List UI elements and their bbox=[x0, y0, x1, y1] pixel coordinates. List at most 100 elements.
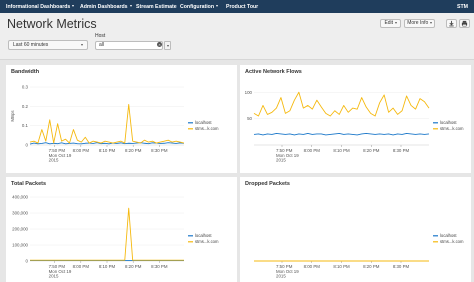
panel-bandwidth: Bandwidth 0 0.1 0.2 0.3 MBps 7:50 PM Mon Oct 1… bbox=[6, 65, 237, 173]
x-tick-label-line: 8:20 PM bbox=[125, 148, 142, 153]
x-tick-label-line: 8:00 PM bbox=[304, 264, 321, 269]
x-tick-label: 8:30 PM bbox=[393, 148, 410, 153]
panel-dropped-packets: Dropped Packets 7:50 PM Mon Oct 19 2015 8:0… bbox=[240, 177, 471, 282]
chevron-down-icon bbox=[429, 21, 432, 24]
x-tick-label: 8:00 PM bbox=[304, 264, 321, 269]
x-tick-label: 8:20 PM bbox=[125, 148, 142, 153]
y-tick-label: 0 bbox=[26, 259, 29, 264]
page-header: Network Metrics Edit More Info bbox=[0, 13, 474, 60]
series-line-other-host bbox=[29, 103, 185, 144]
x-tick-label-line: 8:00 PM bbox=[73, 148, 90, 153]
legend-label: stms...k.com bbox=[195, 239, 219, 244]
x-tick-label: 8:10 PM bbox=[333, 264, 350, 269]
legend-label: localhost bbox=[195, 120, 212, 125]
page-title: Network Metrics bbox=[7, 17, 97, 31]
x-tick-label-line: 8:10 PM bbox=[333, 264, 350, 269]
x-tick-label-line: 2015 bbox=[276, 274, 286, 279]
x-tick-label-line: 8:00 PM bbox=[73, 264, 90, 269]
chevron-down-icon bbox=[81, 44, 83, 46]
more-info-button-label: More Info bbox=[407, 20, 429, 26]
x-tick-label-line: 8:00 PM bbox=[304, 148, 321, 153]
nav-informational-dashboards-label: Informational Dashboards bbox=[6, 3, 71, 10]
x-tick-label: 8:10 PM bbox=[333, 148, 350, 153]
x-tick-label: 8:30 PM bbox=[151, 264, 168, 269]
top-nav-bar: Informational Dashboards Admin Dashboard… bbox=[0, 0, 474, 13]
nav-product-tour[interactable]: Product Tour bbox=[226, 4, 258, 10]
x-tick-label-line: 8:30 PM bbox=[393, 264, 410, 269]
nav-configuration-label: Configuration bbox=[180, 3, 214, 10]
user-menu[interactable]: STM bbox=[457, 4, 468, 10]
dropped-packets-chart: 7:50 PM Mon Oct 19 2015 8:00 PM 8:10 PM 8:20 … bbox=[254, 233, 464, 279]
chevron-down-icon bbox=[216, 5, 218, 8]
chevron-down-icon bbox=[394, 21, 397, 24]
x-tick-label-line: 8:30 PM bbox=[151, 148, 168, 153]
nav-informational-dashboards[interactable]: Informational Dashboards bbox=[6, 3, 75, 10]
host-input[interactable]: all bbox=[95, 41, 163, 50]
time-range-picker[interactable]: Last 60 minutes bbox=[8, 40, 88, 50]
print-icon bbox=[461, 20, 468, 27]
x-tick-label: 8:00 PM bbox=[73, 264, 90, 269]
y-tick-label: 200,000 bbox=[12, 227, 28, 232]
edit-button-label: Edit bbox=[384, 20, 394, 26]
y-tick-label: 50 bbox=[247, 116, 252, 121]
series-line-other-host bbox=[30, 207, 184, 261]
active-network-flows-chart: 50 100 7:50 PM Mon Oct 19 2015 8:00 PM 8:10 PM… bbox=[245, 90, 464, 163]
total-packets-chart: 0 100,000 200,000 300,000 400,000 7:50 PM Mon … bbox=[12, 195, 219, 279]
host-label: Host bbox=[95, 33, 106, 39]
x-tick-label-line: 8:20 PM bbox=[125, 264, 142, 269]
series-line-localhost bbox=[253, 132, 430, 136]
x-tick-label-line: 8:20 PM bbox=[363, 264, 380, 269]
y-tick-label: 0.1 bbox=[22, 123, 29, 128]
x-tick-label: 8:10 PM bbox=[99, 264, 116, 269]
y-tick-label: 100 bbox=[245, 90, 253, 95]
download-button[interactable] bbox=[446, 19, 457, 28]
series-line-other-host bbox=[253, 91, 430, 117]
y-axis-label: MBps bbox=[10, 110, 15, 122]
x-tick-label: 8:10 PM bbox=[99, 148, 116, 153]
download-icon bbox=[449, 20, 454, 27]
x-tick-label-line: 2015 bbox=[49, 274, 59, 279]
legend-label: stms...k.com bbox=[195, 126, 219, 131]
x-tick-label: 8:30 PM bbox=[151, 148, 168, 153]
x-tick-label: 7:50 PM Mon Oct 19 2015 bbox=[49, 264, 72, 279]
time-range-value: Last 60 minutes bbox=[13, 42, 49, 48]
y-tick-label: 0.3 bbox=[22, 85, 29, 90]
nav-configuration[interactable]: Configuration bbox=[180, 4, 218, 10]
x-tick-label-line: 8:30 PM bbox=[393, 148, 410, 153]
y-tick-label: 0.2 bbox=[22, 104, 29, 109]
x-tick-label: 8:20 PM bbox=[363, 264, 380, 269]
y-tick-label: 400,000 bbox=[12, 195, 28, 200]
panel-total-packets: Total Packets 0 100,000 200,000 300,000 400,… bbox=[6, 177, 237, 282]
more-info-button[interactable]: More Info bbox=[404, 19, 435, 28]
x-tick-label-line: 8:10 PM bbox=[99, 148, 116, 153]
host-dropdown-button[interactable] bbox=[164, 41, 171, 50]
y-tick-label: 300,000 bbox=[12, 211, 28, 216]
print-button[interactable] bbox=[459, 19, 470, 28]
panel-active-network-flows: Active Network Flows 50 100 7:50 PM Mon Oct… bbox=[240, 65, 471, 173]
x-tick-label: 7:50 PM Mon Oct 19 2015 bbox=[49, 148, 72, 163]
x-tick-label-line: 8:20 PM bbox=[363, 148, 380, 153]
clear-icon[interactable]: × bbox=[157, 42, 162, 47]
legend-label: stms...k.com bbox=[440, 126, 464, 131]
edit-button[interactable]: Edit bbox=[380, 19, 401, 28]
x-tick-label: 8:20 PM bbox=[125, 264, 142, 269]
legend-label: localhost bbox=[440, 233, 457, 238]
series-line-localhost bbox=[29, 142, 185, 145]
x-tick-label: 8:00 PM bbox=[73, 148, 90, 153]
x-tick-label-line: 2015 bbox=[49, 158, 59, 163]
nav-stream-estimate[interactable]: Stream Estimate bbox=[136, 4, 177, 10]
x-tick-label-line: 2015 bbox=[276, 158, 286, 163]
bandwidth-chart: 0 0.1 0.2 0.3 MBps 7:50 PM Mon Oct 19 20158:00 … bbox=[10, 85, 219, 163]
x-tick-label-line: 8:10 PM bbox=[99, 264, 116, 269]
chevron-down-icon bbox=[166, 45, 169, 47]
x-tick-label-line: 8:30 PM bbox=[151, 264, 168, 269]
chevron-down-icon bbox=[72, 5, 75, 8]
x-tick-label: 7:50 PM Mon Oct 19 2015 bbox=[276, 148, 299, 163]
nav-admin-dashboards[interactable]: Admin Dashboards bbox=[80, 4, 132, 10]
chevron-down-icon bbox=[129, 5, 132, 8]
x-tick-label: 8:30 PM bbox=[393, 264, 410, 269]
x-tick-label: 8:00 PM bbox=[304, 148, 321, 153]
x-tick-label: 8:20 PM bbox=[363, 148, 380, 153]
legend-label: localhost bbox=[440, 120, 457, 125]
y-tick-label: 100,000 bbox=[12, 243, 28, 248]
